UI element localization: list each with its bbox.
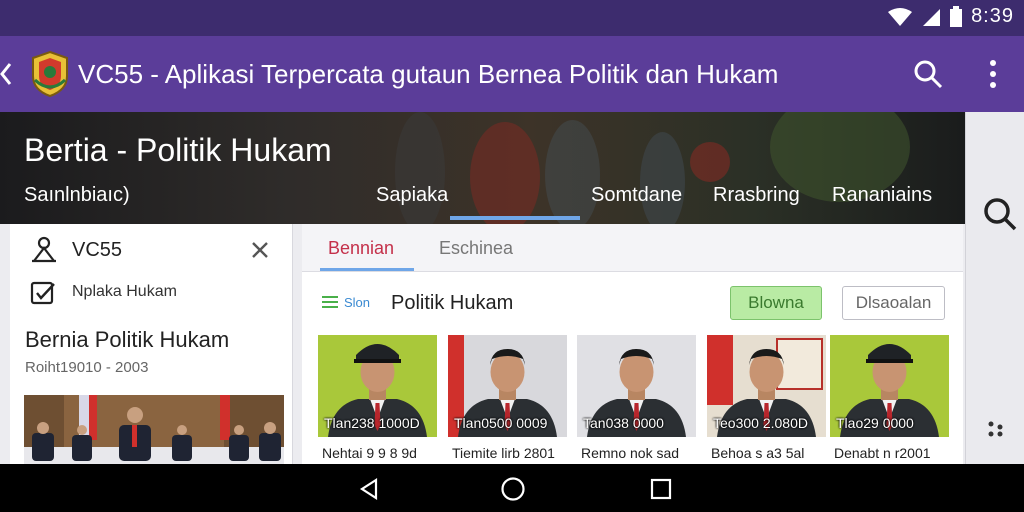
news-photo[interactable] bbox=[24, 395, 284, 464]
signal-icon bbox=[923, 8, 941, 26]
profile-name[interactable]: Remno nok sad bbox=[581, 445, 679, 461]
app-logo bbox=[32, 50, 68, 98]
section-tag: Slon bbox=[344, 295, 371, 310]
side-panel: VC55 Nplaka Hukam Bernia Politik Hukam R… bbox=[10, 224, 293, 464]
profile-card[interactable]: Tlan238 1000D Nehtai 9 9 8 9d bbox=[318, 335, 437, 464]
hero-title: Bertia - Politik Hukam bbox=[24, 132, 332, 168]
tab-eschinea[interactable]: Eschinea bbox=[439, 238, 513, 259]
profile-caption: Tlao29 0000 bbox=[836, 415, 914, 431]
more-vert-icon[interactable] bbox=[980, 58, 1006, 90]
status-bar: 8:39 bbox=[0, 0, 1024, 36]
section-title: Politik Hukam bbox=[391, 292, 514, 314]
profile-caption: Tlan238 1000D bbox=[324, 415, 420, 431]
profile-name[interactable]: Denabt n r2001 bbox=[834, 445, 931, 461]
hero-figure bbox=[640, 132, 685, 224]
triangle-back-icon[interactable] bbox=[358, 478, 380, 500]
square-recents-icon[interactable] bbox=[650, 478, 672, 500]
hero-figure bbox=[395, 112, 445, 224]
hero-banner: Bertia - Politik Hukam Saınlnbiaıc) Sapi… bbox=[0, 112, 965, 224]
app-title: VC55 - Aplikasi Terpercata gutaun Bernea… bbox=[78, 59, 779, 89]
hero-tab-somtdane[interactable]: Somtdane bbox=[591, 184, 682, 207]
side-panel-news-date: Roiht19010 - 2003 bbox=[25, 359, 149, 376]
profile-card[interactable]: Tlan0500 0009 Tiemite lirb 2801 bbox=[448, 335, 567, 464]
app-bar: VC55 - Aplikasi Terpercata gutaun Bernea… bbox=[0, 36, 1024, 112]
status-icons: 8:39 bbox=[887, 5, 1014, 28]
profile-caption: Tan038 0000 bbox=[583, 415, 664, 431]
profile-name[interactable]: Behoa s a3 5al bbox=[711, 445, 804, 461]
hero-tab-indicator bbox=[450, 216, 580, 220]
profile-name[interactable]: Nehtai 9 9 8 9d bbox=[322, 445, 417, 461]
profile-name[interactable]: Tiemite lirb 2801 bbox=[452, 445, 555, 461]
profile-card[interactable]: Tlao29 0000 Denabt n r2001 bbox=[830, 335, 949, 464]
tab-bennian[interactable]: Bennian bbox=[328, 238, 394, 259]
list-icon bbox=[322, 296, 338, 308]
checkbox-icon[interactable] bbox=[30, 280, 56, 306]
battery-icon bbox=[950, 5, 963, 27]
circle-home-icon[interactable] bbox=[500, 476, 526, 502]
side-panel-subtitle: Nplaka Hukam bbox=[72, 283, 177, 300]
android-screen: 8:39 VC55 - Aplikasi Terpercata gutaun B… bbox=[0, 0, 1024, 512]
hero-figure bbox=[690, 142, 730, 182]
profile-caption: Teo300 2.080D bbox=[713, 415, 808, 431]
status-time: 8:39 bbox=[971, 5, 1014, 27]
right-rail bbox=[965, 112, 1024, 464]
hero-figure bbox=[470, 122, 540, 224]
secondary-button[interactable]: Dlsaoalan bbox=[842, 286, 945, 320]
profile-card[interactable]: Tan038 0000 Remno nok sad bbox=[577, 335, 696, 464]
card-area: Slon Politik Hukam Blowna Dlsaoalan Tlan… bbox=[302, 272, 963, 464]
hero-tab-rananiains[interactable]: Rananiains bbox=[832, 184, 932, 207]
profile-caption: Tlan0500 0009 bbox=[454, 415, 548, 431]
hero-tab-sapiaka[interactable]: Sapiaka bbox=[376, 184, 448, 207]
search-icon[interactable] bbox=[982, 196, 1018, 232]
hero-subtitle: Saınlnbiaıc) bbox=[24, 184, 130, 206]
navigation-bar bbox=[0, 464, 1024, 512]
side-panel-app-name: VC55 bbox=[72, 239, 123, 261]
chevron-left-icon[interactable] bbox=[0, 56, 16, 92]
close-icon[interactable] bbox=[250, 240, 270, 260]
hero-tab-rrasbring[interactable]: Rrasbring bbox=[713, 184, 800, 207]
dots-icon[interactable] bbox=[987, 420, 1005, 438]
profile-card[interactable]: Teo300 2.080D Behoa s a3 5al bbox=[707, 335, 826, 464]
wifi-icon bbox=[888, 7, 913, 26]
side-panel-news-title[interactable]: Bernia Politik Hukam bbox=[25, 327, 229, 353]
main-panel: Bennian Eschinea Slon Politik Hukam Blow… bbox=[302, 224, 963, 464]
warning-person-icon bbox=[32, 236, 56, 263]
primary-button[interactable]: Blowna bbox=[730, 286, 822, 320]
search-icon[interactable] bbox=[912, 58, 944, 90]
hero-figure bbox=[545, 120, 600, 224]
